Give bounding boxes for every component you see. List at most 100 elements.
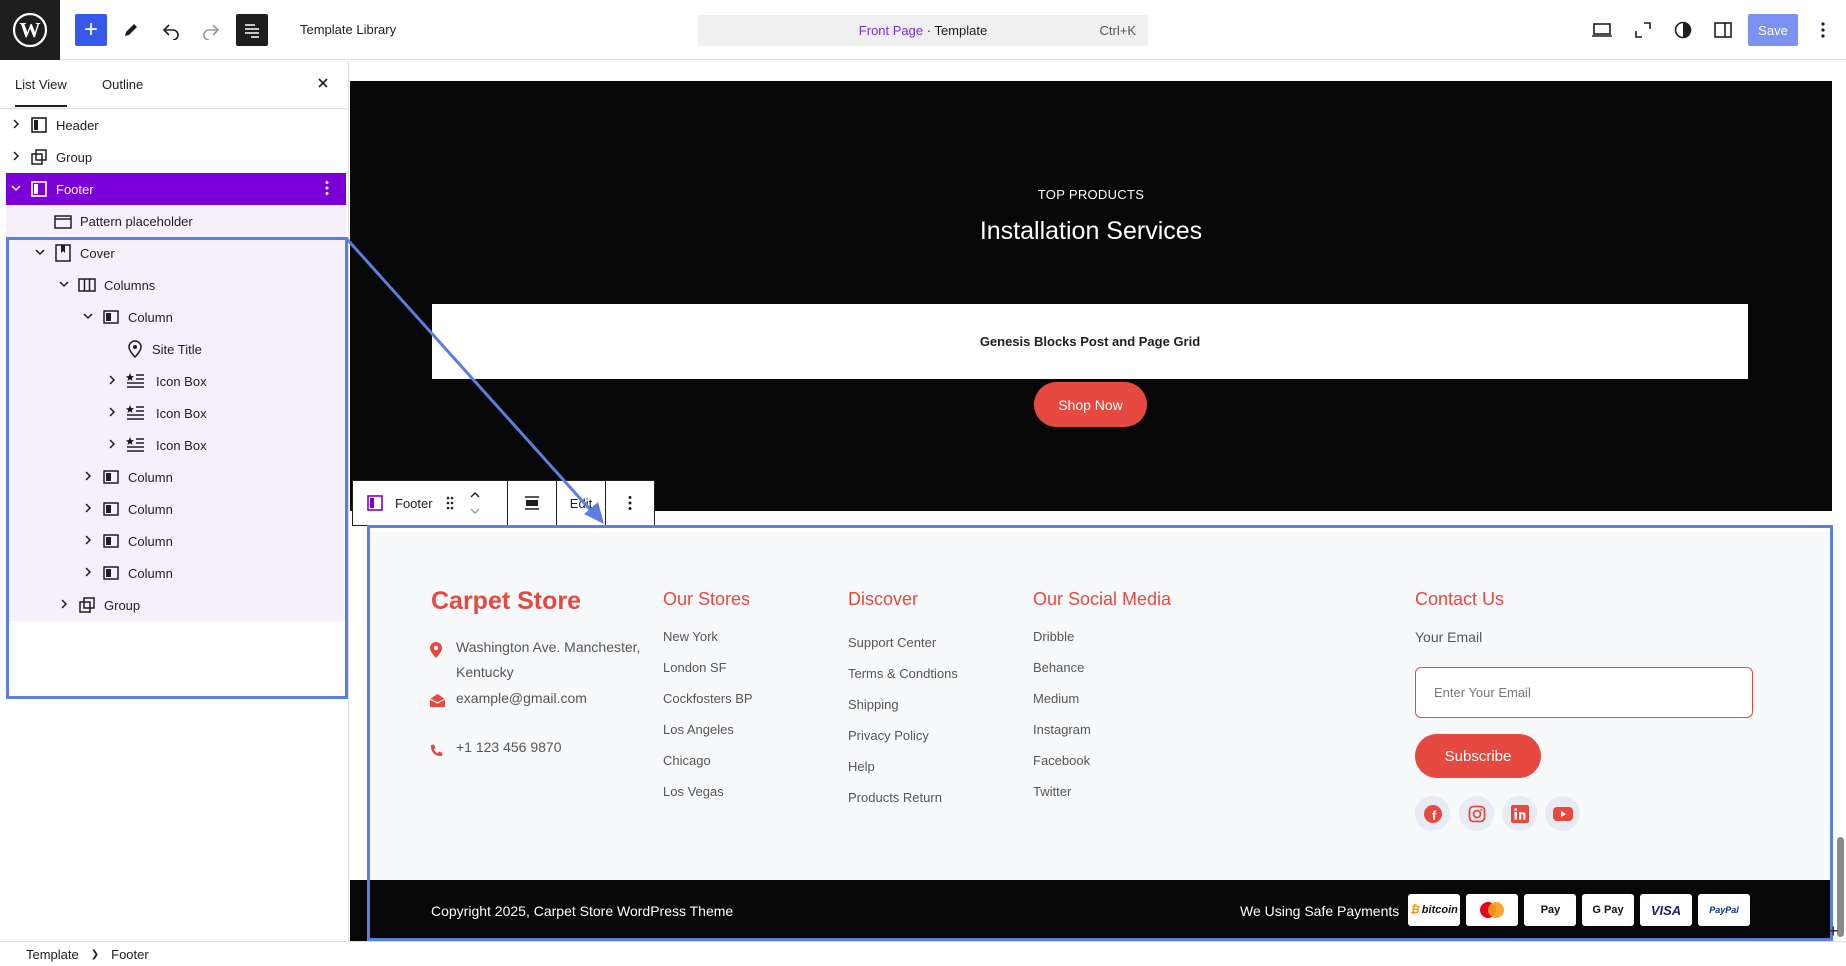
drag-handle-icon[interactable] — [445, 495, 455, 511]
chevron-right-icon[interactable] — [106, 406, 118, 420]
footer-link[interactable]: Chicago — [663, 753, 753, 784]
list-item[interactable]: Column — [6, 493, 346, 525]
command-bar-title: Front Page · Template — [698, 23, 1148, 38]
list-item[interactable]: Header — [6, 109, 346, 141]
footer-link[interactable]: Terms & Condtions — [848, 666, 958, 697]
footer-link[interactable]: Cockfosters BP — [663, 691, 753, 722]
wordpress-logo[interactable]: W — [0, 0, 60, 60]
editor-canvas: TOP PRODUCTS Installation Services Genes… — [350, 61, 1835, 941]
list-item[interactable]: Group — [6, 589, 346, 621]
chevron-right-icon[interactable] — [82, 470, 94, 484]
device-preview-button[interactable] — [1590, 18, 1614, 42]
subscribe-button[interactable]: Subscribe — [1415, 734, 1541, 778]
instagram-icon[interactable] — [1459, 796, 1494, 831]
chevron-down-icon[interactable] — [58, 279, 70, 292]
chevron-right-icon[interactable] — [82, 566, 94, 580]
command-palette-bar[interactable]: Front Page · Template Ctrl+K — [698, 15, 1148, 46]
list-item-label: Cover — [80, 245, 115, 261]
align-button[interactable] — [508, 481, 557, 525]
footer-link[interactable]: New York — [663, 629, 753, 660]
pattern-icon — [54, 212, 72, 230]
list-item[interactable]: Site Title — [6, 333, 346, 365]
footer-link[interactable]: Los Vegas — [663, 784, 753, 815]
undo-icon — [162, 24, 179, 40]
redo-button[interactable] — [195, 14, 227, 46]
footer-phone-text: +1 123 456 9870 — [456, 739, 562, 755]
chevron-right-icon[interactable] — [10, 150, 22, 164]
list-item[interactable]: Icon Box — [6, 397, 346, 429]
chevron-down-icon[interactable] — [34, 247, 46, 260]
svg-text:f: f — [1431, 808, 1436, 823]
list-item-label: Column — [128, 501, 173, 517]
list-item[interactable]: Icon Box — [6, 429, 346, 461]
list-item[interactable]: Column — [6, 525, 346, 557]
list-item[interactable]: Footer — [6, 173, 346, 205]
tools-button[interactable] — [115, 14, 147, 46]
chevron-right-icon[interactable] — [106, 438, 118, 452]
chevron-right-icon[interactable] — [10, 118, 22, 132]
footer-link[interactable]: Facebook — [1033, 753, 1091, 784]
breadcrumb-footer[interactable]: Footer — [111, 947, 149, 962]
styles-button[interactable] — [1671, 18, 1695, 42]
footer-brand-title[interactable]: Carpet Store — [431, 587, 581, 616]
tab-outline[interactable]: Outline — [102, 77, 143, 92]
footer-link[interactable]: Twitter — [1033, 784, 1091, 815]
email-input[interactable]: Enter Your Email — [1415, 667, 1753, 718]
chevron-right-icon[interactable] — [58, 598, 70, 612]
footer-link[interactable]: Behance — [1033, 660, 1091, 691]
list-item[interactable]: Columns — [6, 269, 346, 301]
section-heading: Installation Services — [979, 217, 1203, 245]
facebook-icon[interactable]: f — [1415, 796, 1450, 831]
edit-button[interactable]: Edit — [557, 481, 606, 525]
undo-button[interactable] — [155, 14, 187, 46]
footer-link[interactable]: Help — [848, 759, 958, 790]
document-overview-button[interactable] — [236, 14, 268, 46]
inserter-plus-icon[interactable]: + — [1828, 922, 1839, 940]
footer-link[interactable]: Medium — [1033, 691, 1091, 722]
list-item[interactable]: Column — [6, 461, 346, 493]
chevron-right-icon[interactable] — [82, 534, 94, 548]
post-grid-block[interactable]: Genesis Blocks Post and Page Grid — [432, 304, 1748, 379]
footer-link[interactable]: Privacy Policy — [848, 728, 958, 759]
block-options-button[interactable] — [606, 481, 654, 525]
bitcoin-card: ₿ bitcoin — [1408, 894, 1460, 926]
column-icon — [102, 564, 120, 582]
youtube-icon[interactable] — [1545, 796, 1580, 831]
fullscreen-button[interactable] — [1631, 18, 1655, 42]
front-page-link[interactable]: Front Page — [859, 23, 923, 38]
footer-link[interactable]: Instagram — [1033, 722, 1091, 753]
chevron-right-icon[interactable] — [82, 502, 94, 516]
add-block-button[interactable]: + — [75, 14, 107, 46]
chevron-down-icon[interactable] — [82, 311, 94, 324]
footer-link[interactable]: London SF — [663, 660, 753, 691]
settings-sidebar-button[interactable] — [1711, 18, 1735, 42]
shop-now-button[interactable]: Shop Now — [1034, 382, 1147, 427]
close-sidebar-button[interactable] — [316, 73, 330, 96]
list-item[interactable]: Group — [6, 141, 346, 173]
list-item[interactable]: Cover — [6, 237, 346, 269]
save-button[interactable]: Save — [1748, 14, 1798, 46]
chevron-right-icon[interactable] — [106, 374, 118, 388]
move-up-down-icon[interactable] — [469, 488, 481, 518]
list-item[interactable]: Pattern placeholder — [6, 205, 346, 237]
chevron-down-icon[interactable] — [10, 183, 22, 196]
options-button[interactable] — [1811, 18, 1835, 42]
visa-card: VISA — [1640, 894, 1692, 926]
kebab-menu-icon[interactable] — [324, 180, 330, 199]
breadcrumb-template[interactable]: Template — [26, 947, 79, 962]
canvas-scrollbar[interactable] — [1835, 61, 1846, 941]
block-switcher[interactable]: Footer — [353, 481, 508, 525]
footer-link[interactable]: Dribble — [1033, 629, 1091, 660]
footer-link[interactable]: Products Return — [848, 790, 958, 821]
close-icon — [318, 78, 328, 88]
list-item[interactable]: Icon Box — [6, 365, 346, 397]
footer-link[interactable]: Support Center — [848, 635, 958, 666]
footer-link[interactable]: Shipping — [848, 697, 958, 728]
footer-link[interactable]: Los Angeles — [663, 722, 753, 753]
list-item[interactable]: Column — [6, 301, 346, 333]
footer-address-text: Washington Ave. Manchester, Kentucky — [456, 639, 641, 680]
footer-email-text: example@gmail.com — [456, 690, 587, 706]
list-item[interactable]: Column — [6, 557, 346, 589]
tab-list-view[interactable]: List View — [15, 77, 67, 107]
linkedin-icon[interactable] — [1502, 796, 1537, 831]
